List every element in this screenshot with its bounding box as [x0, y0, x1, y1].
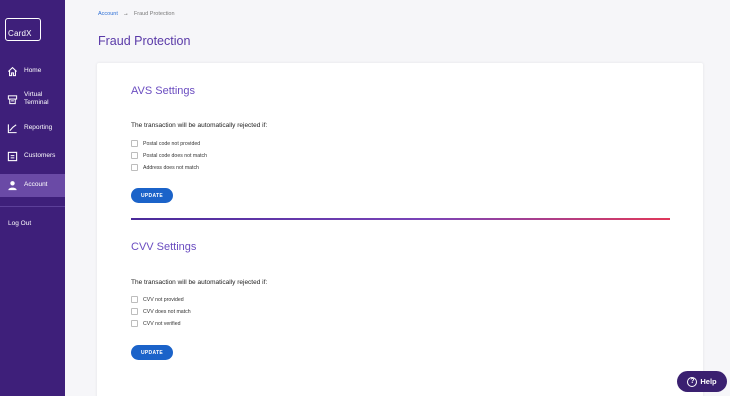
- checkbox[interactable]: [131, 308, 138, 315]
- sidebar-item-label: Account: [24, 181, 48, 188]
- sidebar-item-customers[interactable]: Customers: [0, 148, 65, 165]
- cvv-update-button[interactable]: UPDATE: [131, 345, 173, 360]
- chart-icon: [6, 122, 18, 134]
- sidebar-divider: [0, 206, 65, 207]
- cvv-option-not-verified[interactable]: CVV not verified: [131, 320, 180, 327]
- sidebar-item-label: Reporting: [24, 124, 53, 131]
- avs-update-button[interactable]: UPDATE: [131, 188, 173, 203]
- sidebar-item-reporting[interactable]: Reporting: [0, 120, 65, 137]
- cvv-option-not-provided[interactable]: CVV not provided: [131, 296, 184, 303]
- logout-link[interactable]: Log Out: [8, 220, 31, 227]
- breadcrumb-current: Fraud Protection: [133, 11, 175, 17]
- avs-option-address-mismatch[interactable]: Address does not match: [131, 164, 199, 171]
- avs-section-title: AVS Settings: [131, 85, 195, 97]
- sidebar-item-label: Virtual Terminal: [24, 91, 49, 106]
- checkbox[interactable]: [131, 164, 138, 171]
- sidebar-item-label: Home: [24, 67, 42, 74]
- help-button[interactable]: ? Help: [677, 371, 727, 392]
- section-divider: [131, 218, 670, 220]
- checkbox-label: CVV not verified: [143, 320, 181, 327]
- user-icon: [6, 179, 18, 191]
- sidebar-item-home[interactable]: Home: [0, 62, 65, 79]
- checkbox[interactable]: [131, 296, 138, 303]
- checkbox-label: Postal code not provided: [143, 140, 201, 147]
- breadcrumb: Account → Fraud Protection: [98, 11, 175, 17]
- avs-option-postal-not-provided[interactable]: Postal code not provided: [131, 140, 200, 147]
- breadcrumb-account-link[interactable]: Account: [98, 11, 118, 17]
- sidebar-item-account[interactable]: Account: [0, 174, 65, 197]
- page-title: Fraud Protection: [98, 34, 191, 48]
- help-label: Help: [700, 377, 717, 386]
- question-icon: ?: [687, 376, 698, 387]
- id-card-icon: [6, 150, 18, 162]
- avs-description: The transaction will be automatically re…: [131, 122, 268, 129]
- checkbox-label: Address does not match: [143, 164, 199, 171]
- checkbox-label: CVV not provided: [143, 296, 184, 303]
- cardx-logo[interactable]: CardX: [5, 18, 41, 41]
- sidebar-item-virtual-terminal[interactable]: Virtual Terminal: [0, 87, 65, 111]
- checkbox[interactable]: [131, 320, 138, 327]
- sidebar-item-label: Customers: [24, 152, 56, 159]
- checkbox-label: Postal code does not match: [143, 152, 208, 159]
- checkbox[interactable]: [131, 152, 138, 159]
- terminal-icon: [6, 93, 18, 105]
- checkbox-label: CVV does not match: [143, 308, 191, 315]
- checkbox[interactable]: [131, 140, 138, 147]
- fraud-settings-card: AVS Settings The transaction will be aut…: [97, 63, 703, 396]
- cvv-section-title: CVV Settings: [131, 241, 197, 253]
- breadcrumb-arrow-icon: →: [122, 11, 129, 17]
- cvv-description: The transaction will be automatically re…: [131, 279, 268, 286]
- home-icon: [6, 65, 18, 77]
- sidebar: CardX Home Virtual Terminal Reporting Cu…: [0, 0, 65, 396]
- avs-option-postal-mismatch[interactable]: Postal code does not match: [131, 152, 207, 159]
- logo-text: CardX: [8, 29, 32, 38]
- cvv-option-mismatch[interactable]: CVV does not match: [131, 308, 191, 315]
